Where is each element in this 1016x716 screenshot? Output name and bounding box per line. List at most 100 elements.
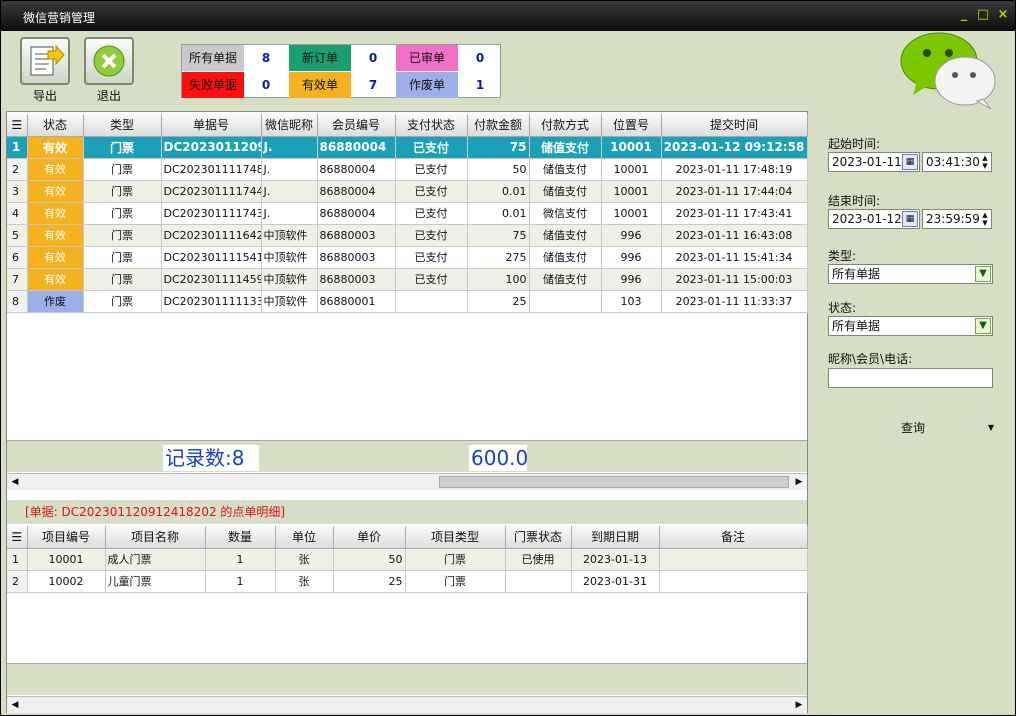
pay-method-cell[interactable]: 储值支付 [529, 180, 602, 203]
item-name-cell[interactable]: 儿童门票 [105, 570, 206, 593]
type-cell[interactable]: 门票 [83, 158, 162, 181]
type-cell[interactable]: 门票 [83, 224, 162, 247]
detail-selector-icon[interactable]: ☰ [7, 526, 28, 549]
qty-cell[interactable]: 1 [205, 548, 276, 571]
order-no-cell[interactable]: DC2023011116425 [161, 224, 262, 247]
detail-col-ticket-status[interactable]: 门票状态 [505, 526, 572, 549]
stat-approved-label[interactable]: 已审单 [396, 45, 458, 71]
order-no-cell[interactable]: DC2023011117481 [161, 158, 262, 181]
table-row[interactable]: 7 有效 门票 DC2023011114595 中顶软件 86880003 已支付 100 储值… [7, 268, 808, 291]
item-no-cell[interactable]: 10002 [27, 570, 106, 593]
row-number[interactable]: 4 [7, 202, 28, 225]
ticket-status-cell[interactable]: 已使用 [505, 548, 572, 571]
row-number[interactable]: 8 [7, 290, 28, 313]
stat-all-label[interactable]: 所有单据 [182, 45, 244, 71]
member-no-cell[interactable]: 86880004 [317, 158, 396, 181]
row-number[interactable]: 2 [7, 570, 28, 593]
nickname-cell[interactable]: 中顶软件 [261, 224, 318, 247]
pay-status-cell[interactable]: 已支付 [395, 158, 468, 181]
detail-col-qty[interactable]: 数量 [205, 526, 276, 549]
location-cell[interactable]: 996 [601, 224, 662, 247]
submit-time-cell[interactable]: 2023-01-11 16:43:08 [661, 224, 808, 247]
amount-cell[interactable]: 25 [467, 290, 530, 313]
end-time-field[interactable]: 23:59:59 ▲ ▼ [922, 209, 992, 229]
location-cell[interactable]: 996 [601, 246, 662, 269]
amount-cell[interactable]: 100 [467, 268, 530, 291]
item-type-cell[interactable]: 门票 [405, 570, 506, 593]
location-cell[interactable]: 103 [601, 290, 662, 313]
detail-col-price[interactable]: 单价 [333, 526, 406, 549]
pay-method-cell[interactable]: 储值支付 [529, 136, 602, 159]
type-cell[interactable]: 门票 [83, 136, 162, 159]
maximize-button[interactable]: □ [976, 8, 990, 22]
table-row[interactable]: 2 有效 门票 DC2023011117481 J. 86880004 已支付 50 储值支付 1… [7, 158, 808, 181]
col-header-member-no[interactable]: 会员编号 [317, 114, 396, 137]
location-cell[interactable]: 10001 [601, 136, 662, 159]
start-time-field[interactable]: 03:41:30 ▲ ▼ [922, 152, 992, 172]
status-cell[interactable]: 作废 [27, 290, 84, 313]
status-cell[interactable]: 有效 [27, 246, 84, 269]
remark-cell[interactable] [659, 570, 808, 593]
col-header-pay-status[interactable]: 支付状态 [395, 114, 468, 137]
item-name-cell[interactable]: 成人门票 [105, 548, 206, 571]
row-selector-icon[interactable]: ☰ [7, 114, 28, 137]
status-cell[interactable]: 有效 [27, 224, 84, 247]
detail-col-item-type[interactable]: 项目类型 [405, 526, 506, 549]
scroll-thumb[interactable] [439, 476, 789, 488]
col-header-status[interactable]: 状态 [27, 114, 84, 137]
col-header-location[interactable]: 位置号 [601, 114, 662, 137]
pay-method-cell[interactable]: 储值支付 [529, 268, 602, 291]
type-cell[interactable]: 门票 [83, 246, 162, 269]
unit-cell[interactable]: 张 [275, 570, 334, 593]
detail-col-expiry[interactable]: 到期日期 [571, 526, 660, 549]
member-no-cell[interactable]: 86880004 [317, 180, 396, 203]
order-no-cell[interactable]: DC2023011117433 [161, 202, 262, 225]
price-cell[interactable]: 50 [333, 548, 406, 571]
member-no-cell[interactable]: 86880003 [317, 268, 396, 291]
expiry-cell[interactable]: 2023-01-31 [571, 570, 660, 593]
submit-time-cell[interactable]: 2023-01-11 17:43:41 [661, 202, 808, 225]
export-button[interactable]: 导出 [19, 37, 71, 103]
nickname-cell[interactable]: J. [261, 136, 318, 159]
minimize-button[interactable]: _ [957, 8, 971, 22]
stat-failed-label[interactable]: 失败单据 [182, 72, 244, 98]
amount-cell[interactable]: 0.01 [467, 180, 530, 203]
query-button[interactable]: 查询 ▼ [828, 417, 998, 439]
member-no-cell[interactable]: 86880003 [317, 224, 396, 247]
detail-col-item-no[interactable]: 项目编号 [27, 526, 106, 549]
detail-col-remark[interactable]: 备注 [659, 526, 808, 549]
ticket-status-cell[interactable] [505, 570, 572, 593]
col-header-pay-method[interactable]: 付款方式 [529, 114, 602, 137]
status-cell[interactable]: 有效 [27, 158, 84, 181]
scroll-right-icon[interactable]: ▶ [791, 474, 807, 490]
table-row[interactable]: 8 作废 门票 DC2023011111333 中顶软件 86880001 25 103 202… [7, 290, 808, 313]
status-cell[interactable]: 有效 [27, 180, 84, 203]
location-cell[interactable]: 10001 [601, 180, 662, 203]
order-no-cell[interactable]: DC2023011114595 [161, 268, 262, 291]
location-cell[interactable]: 10001 [601, 202, 662, 225]
pay-method-cell[interactable]: 储值支付 [529, 158, 602, 181]
submit-time-cell[interactable]: 2023-01-12 09:12:58 [661, 136, 808, 159]
nickname-cell[interactable]: 中顶软件 [261, 268, 318, 291]
nickname-cell[interactable]: J. [261, 158, 318, 181]
pay-status-cell[interactable]: 已支付 [395, 268, 468, 291]
status-cell[interactable]: 有效 [27, 136, 84, 159]
table-row[interactable]: 1有效门票DC20230112091J.86880004已支付75储值支付100… [7, 136, 808, 159]
amount-cell[interactable]: 0.01 [467, 202, 530, 225]
pay-status-cell[interactable]: 已支付 [395, 202, 468, 225]
status-select[interactable]: 所有单据 ▼ [828, 316, 993, 336]
close-button[interactable]: × [996, 8, 1010, 22]
pay-method-cell[interactable]: 储值支付 [529, 224, 602, 247]
row-number[interactable]: 6 [7, 246, 28, 269]
unit-cell[interactable]: 张 [275, 548, 334, 571]
nickname-cell[interactable]: J. [261, 180, 318, 203]
table-row[interactable]: 6 有效 门票 DC2023011115412 中顶软件 86880003 已支付 275 储值… [7, 246, 808, 269]
spinner-icon[interactable]: ▲ ▼ [980, 211, 990, 227]
pay-method-cell[interactable]: 储值支付 [529, 246, 602, 269]
nickname-cell[interactable]: 中顶软件 [261, 290, 318, 313]
type-cell[interactable]: 门票 [83, 202, 162, 225]
member-no-cell[interactable]: 86880001 [317, 290, 396, 313]
detail-col-item-name[interactable]: 项目名称 [105, 526, 206, 549]
row-number[interactable]: 1 [7, 548, 28, 571]
pay-status-cell[interactable] [395, 290, 468, 313]
